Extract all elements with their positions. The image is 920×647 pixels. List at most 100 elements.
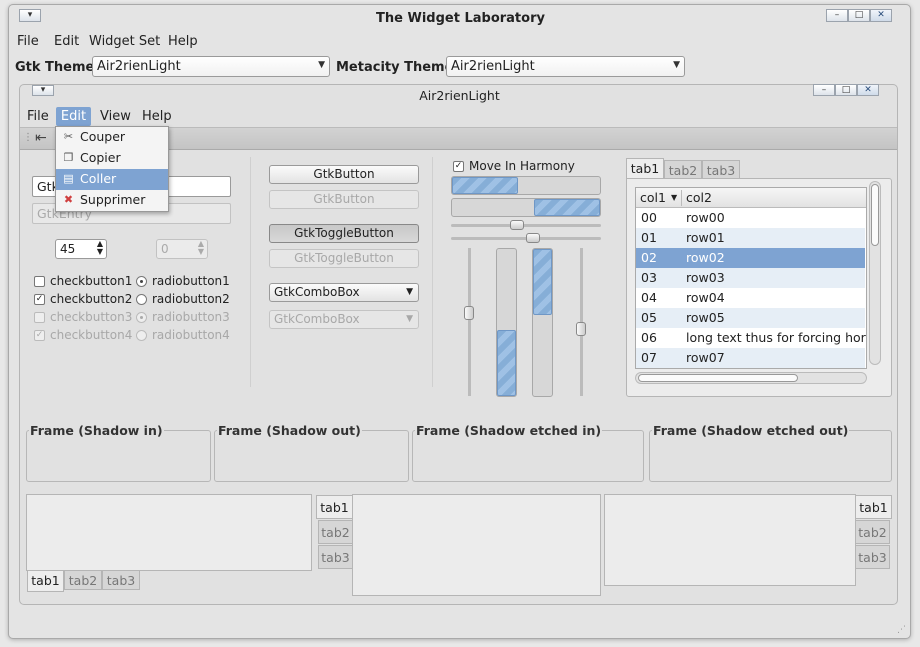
checkbutton1[interactable]: checkbutton1 bbox=[34, 273, 132, 289]
preview-title: Air2rienLight bbox=[419, 88, 500, 103]
preview-menu-view[interactable]: View bbox=[100, 109, 131, 124]
vprogress-2 bbox=[532, 248, 553, 397]
cell-col2: row03 bbox=[686, 270, 725, 285]
right-tab1[interactable]: tab1 bbox=[855, 495, 892, 519]
menu-item-copier[interactable]: ❐ Copier bbox=[56, 148, 168, 169]
goto-first-icon[interactable]: ⇤ bbox=[35, 130, 47, 146]
cell-col1: 00 bbox=[641, 210, 657, 225]
delete-icon: ✖ bbox=[63, 193, 74, 206]
cell-col2: row07 bbox=[686, 350, 725, 365]
minimize-icon[interactable]: – bbox=[813, 84, 835, 96]
checkbox-checked-icon: ✓ bbox=[453, 161, 464, 172]
cell-col1: 04 bbox=[641, 290, 657, 305]
scroll-thumb[interactable] bbox=[871, 184, 879, 246]
spin-value-disabled: 0 bbox=[161, 242, 169, 256]
gtk-button-disabled: GtkButton bbox=[269, 190, 419, 209]
combobox-value: GtkComboBox bbox=[274, 285, 360, 299]
spin-arrows-icon[interactable]: ▲ ▼ bbox=[97, 240, 103, 256]
chevron-down-icon: ▼ bbox=[318, 60, 325, 70]
left-tab1[interactable]: tab1 bbox=[316, 495, 353, 519]
tree-notebook-page: col1 ▼ col2 00 row00 01 row01 02 row02 03 row03… bbox=[626, 178, 892, 397]
bottom-tab2[interactable]: tab2 bbox=[64, 570, 102, 590]
menu-item-supprimer[interactable]: ✖ Supprimer bbox=[56, 190, 168, 211]
radio-selected-icon bbox=[136, 276, 147, 287]
preview-menu-help[interactable]: Help bbox=[142, 109, 172, 124]
menu-edit[interactable]: Edit bbox=[54, 34, 79, 49]
slider-handle[interactable] bbox=[510, 220, 524, 230]
vprogress-1 bbox=[496, 248, 517, 397]
table-row[interactable]: 00 row00 bbox=[636, 208, 865, 228]
toolbar-handle-icon[interactable]: ⋮ bbox=[23, 132, 33, 143]
table-row[interactable]: 07 row07 bbox=[636, 348, 865, 368]
right-tab2[interactable]: tab2 bbox=[855, 520, 890, 544]
slider-handle[interactable] bbox=[576, 322, 586, 336]
slider-handle[interactable] bbox=[526, 233, 540, 243]
table-row[interactable]: 01 row01 bbox=[636, 228, 865, 248]
scroll-thumb[interactable] bbox=[638, 374, 798, 382]
hscale-2[interactable] bbox=[451, 233, 601, 243]
preview-menu-edit[interactable]: Edit bbox=[56, 107, 91, 126]
gtk-combobox[interactable]: GtkComboBox ▼ bbox=[269, 283, 419, 302]
bottom-tab1[interactable]: tab1 bbox=[27, 570, 64, 592]
table-row[interactable]: 06 long text thus for forcing horiz bbox=[636, 328, 866, 348]
radiobutton2[interactable]: radiobutton2 bbox=[136, 291, 230, 307]
right-tab3[interactable]: tab3 bbox=[855, 545, 890, 569]
left-tab2[interactable]: tab2 bbox=[318, 520, 353, 544]
spin-arrows-icon: ▲ ▼ bbox=[197, 239, 204, 256]
spin-button[interactable]: 45 ▲ ▼ bbox=[55, 239, 107, 259]
move-in-harmony-check[interactable]: ✓ Move In Harmony bbox=[453, 158, 575, 174]
cell-col2: row01 bbox=[686, 230, 725, 245]
col2-header[interactable]: col2 bbox=[686, 188, 712, 207]
col1-header[interactable]: col1 bbox=[640, 188, 666, 207]
frame-label: Frame (Shadow out) bbox=[217, 423, 362, 438]
tree-tab2[interactable]: tab2 bbox=[664, 160, 702, 179]
edit-menu-popup: ✂ Couper ❐ Copier ▤ Coller ✖ Supprimer bbox=[55, 126, 169, 212]
tree-hscrollbar[interactable] bbox=[635, 372, 867, 384]
bottom-tab3[interactable]: tab3 bbox=[102, 570, 140, 590]
tree-tab1[interactable]: tab1 bbox=[626, 158, 664, 179]
minimize-icon[interactable]: – bbox=[826, 9, 848, 22]
table-row[interactable]: 05 row05 bbox=[636, 308, 865, 328]
cut-icon: ✂ bbox=[63, 130, 74, 143]
gtk-combobox-disabled: GtkComboBox ▼ bbox=[269, 310, 419, 329]
preview-menu-file[interactable]: File bbox=[27, 109, 49, 124]
menu-item-coller[interactable]: ▤ Coller bbox=[56, 169, 168, 190]
table-row[interactable]: 04 row04 bbox=[636, 288, 865, 308]
vscale-2[interactable] bbox=[576, 248, 586, 396]
slider-handle[interactable] bbox=[464, 306, 474, 320]
hscale-1[interactable] bbox=[451, 220, 601, 230]
close-icon[interactable]: ✕ bbox=[870, 9, 892, 22]
tree-view[interactable]: col1 ▼ col2 00 row00 01 row01 02 row02 03 row03… bbox=[635, 187, 867, 369]
gtk-toggle-button[interactable]: GtkToggleButton bbox=[269, 224, 419, 243]
left-tab3[interactable]: tab3 bbox=[318, 545, 353, 569]
maximize-icon[interactable]: □ bbox=[848, 9, 870, 22]
cell-col1: 07 bbox=[641, 350, 657, 365]
table-row[interactable]: 02 row02 bbox=[636, 248, 865, 268]
tree-tab3[interactable]: tab3 bbox=[702, 160, 740, 179]
spin-value: 45 bbox=[60, 242, 76, 256]
spin-button-disabled: 0 ▲ ▼ bbox=[156, 239, 208, 259]
vscale-1[interactable] bbox=[464, 248, 474, 396]
menu-widget-set[interactable]: Widget Set bbox=[89, 34, 160, 49]
progress-fill bbox=[533, 249, 552, 315]
tree-vscrollbar[interactable] bbox=[869, 181, 881, 365]
radio-icon bbox=[136, 294, 147, 305]
maximize-icon[interactable]: □ bbox=[835, 84, 857, 96]
gtk-button[interactable]: GtkButton bbox=[269, 165, 419, 184]
table-row[interactable]: 03 row03 bbox=[636, 268, 865, 288]
frame-shadow-in: Frame (Shadow in) bbox=[26, 423, 211, 482]
radiobutton1[interactable]: radiobutton1 bbox=[136, 273, 230, 289]
menu-item-couper[interactable]: ✂ Couper bbox=[56, 127, 168, 148]
menu-file[interactable]: File bbox=[17, 34, 39, 49]
gtk-theme-combo[interactable]: Air2rienLight ▼ bbox=[92, 56, 330, 77]
resize-grip-icon[interactable]: ⋰ bbox=[897, 625, 906, 635]
cell-col2: row00 bbox=[686, 210, 725, 225]
radiobutton3: radiobutton3 bbox=[136, 309, 230, 325]
metacity-theme-combo[interactable]: Air2rienLight ▼ bbox=[446, 56, 685, 77]
close-icon[interactable]: ✕ bbox=[857, 84, 879, 96]
menu-help[interactable]: Help bbox=[168, 34, 198, 49]
checkbutton2[interactable]: ✓ checkbutton2 bbox=[34, 291, 132, 307]
separator bbox=[250, 157, 251, 387]
checkbutton4: ✓ checkbutton4 bbox=[34, 328, 133, 342]
combobox-disabled-value: GtkComboBox bbox=[274, 312, 360, 326]
